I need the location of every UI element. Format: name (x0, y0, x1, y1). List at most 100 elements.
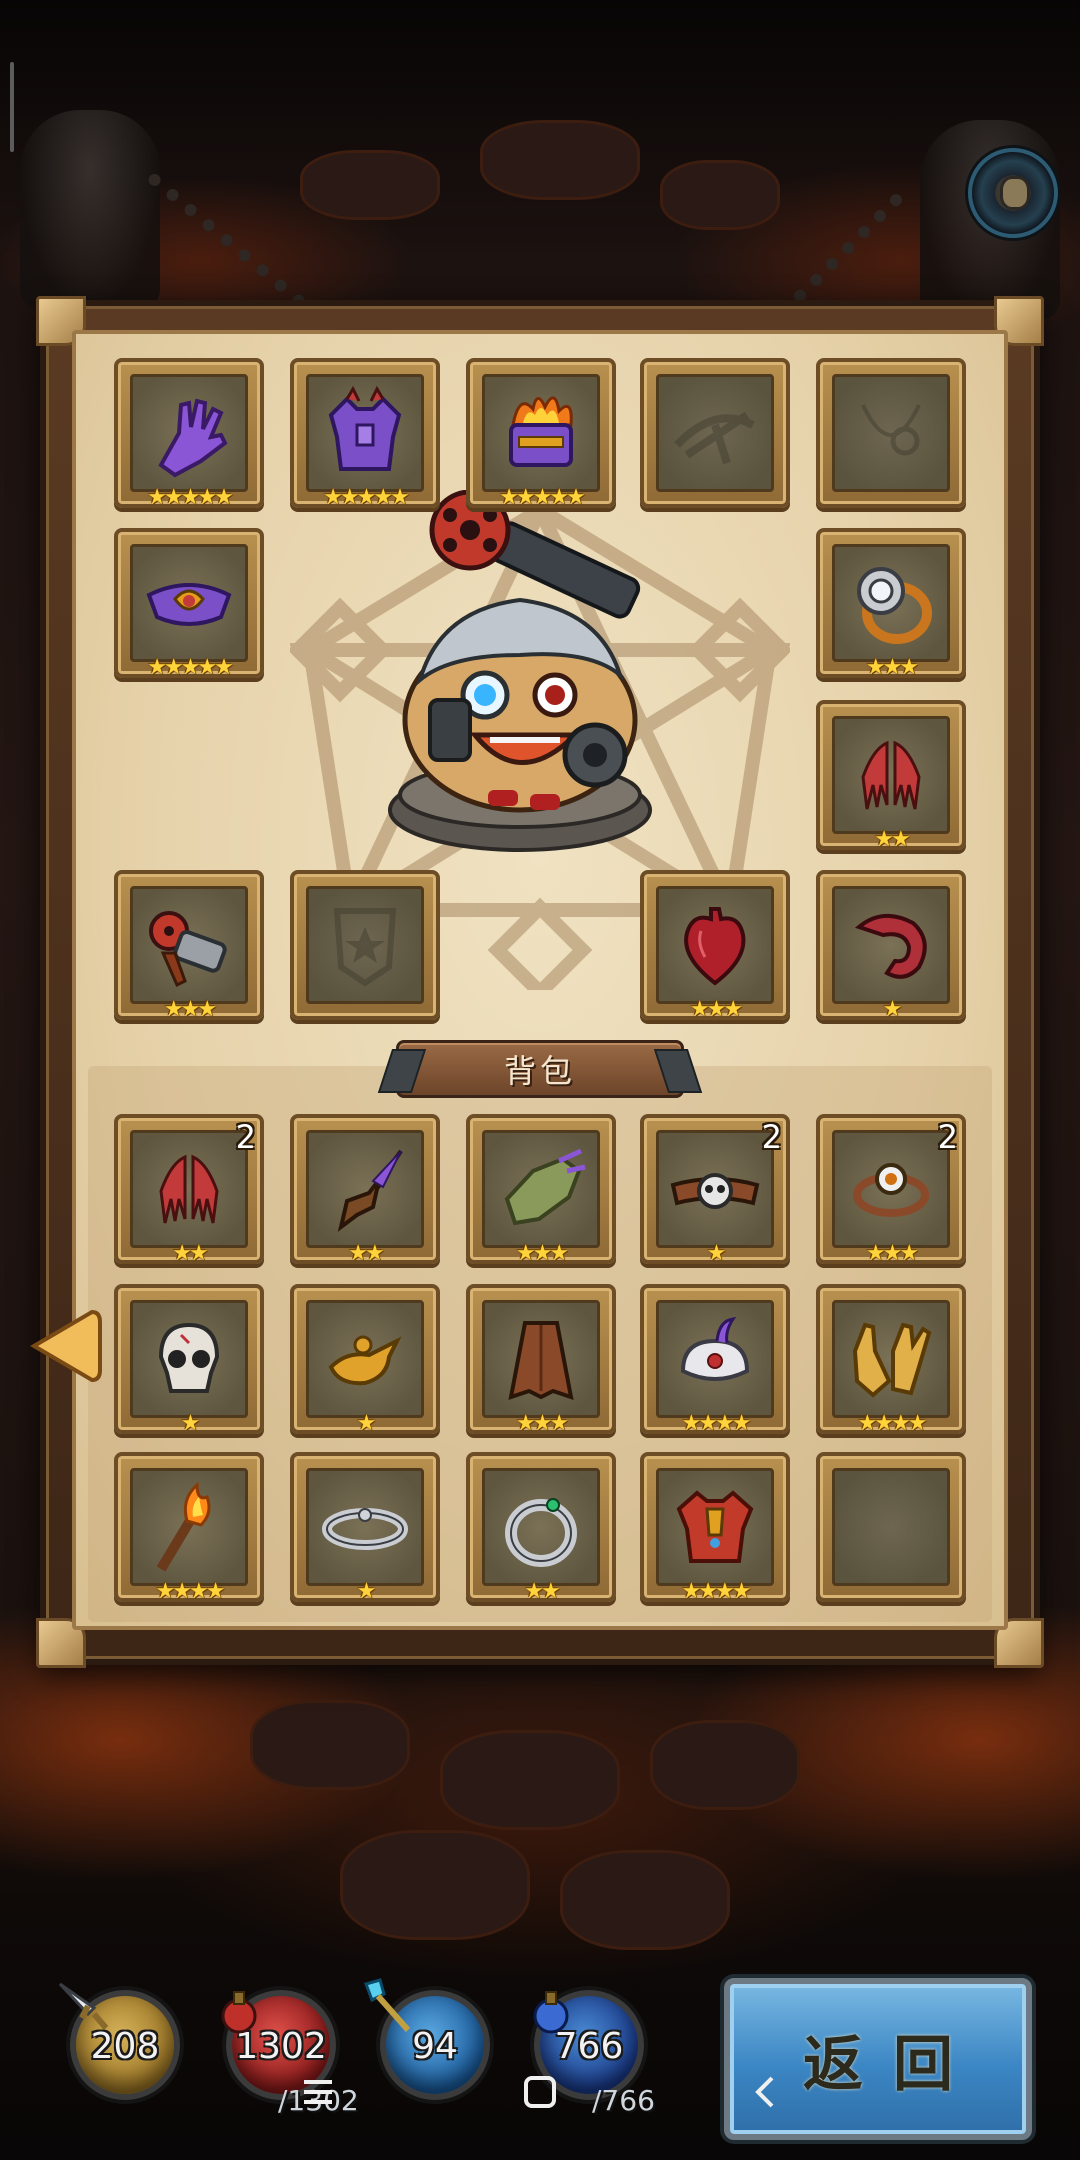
slot-well (130, 1130, 248, 1248)
backpack-slot[interactable]: ★★★★ (816, 1284, 966, 1436)
slot-well (130, 374, 248, 492)
helmet-slot[interactable]: ★★★★★ (466, 358, 616, 510)
amulet-silhouette-icon (861, 404, 921, 456)
slot-well (482, 1130, 600, 1248)
red-potion-icon (221, 1991, 257, 2034)
crimson-armor-icon (676, 1490, 754, 1563)
backpack-title: 背包 (503, 1052, 576, 1090)
scroll-indicator (10, 62, 14, 152)
star-rating: ★★★ (865, 1241, 919, 1266)
page-left-arrow-icon[interactable] (30, 1308, 102, 1384)
cape-slot[interactable]: ★★ (816, 700, 966, 852)
leather-gloves-icon (852, 1322, 932, 1398)
blue-potion-icon (533, 1991, 569, 2034)
armor-slot[interactable]: ★★★★★ (290, 358, 440, 510)
skull-belt-icon (670, 1173, 760, 1209)
item-count: 2 (937, 1118, 958, 1156)
slot-well (656, 1300, 774, 1418)
floor-stone (340, 1830, 530, 1940)
slot-well (832, 544, 950, 662)
flaming-purple-helm-icon (509, 396, 573, 467)
back-button-label: 返回 (803, 2029, 983, 2100)
backpack-slot[interactable]: ★★★★ (640, 1452, 790, 1604)
slot-well (306, 886, 424, 1004)
slot-well (832, 1468, 950, 1586)
crossbow-silhouette-icon (674, 411, 755, 465)
back-button[interactable]: 返回 (724, 1978, 1032, 2140)
horn-dagger-icon (337, 1149, 403, 1232)
item-count: 2 (235, 1118, 256, 1156)
backpack-slot[interactable]: ★★★ (466, 1284, 616, 1436)
sword-icon (58, 1982, 109, 2030)
backpack-slot[interactable]: ★ (290, 1452, 440, 1604)
slot-well (482, 374, 600, 492)
slot-well (656, 1130, 774, 1248)
floor-stone (660, 160, 780, 230)
slot-well (130, 1300, 248, 1418)
backpack-slot[interactable]: ★ (290, 1284, 440, 1436)
emerald-ring-icon (505, 1498, 577, 1567)
slot-well (482, 1468, 600, 1586)
star-rating: ★ (356, 1411, 377, 1436)
glove-slot[interactable]: ★★★★★ (114, 358, 264, 510)
eye-bracelet-icon (853, 1163, 929, 1217)
star-rating: ★★★★ (155, 1579, 226, 1604)
red-claws-icon (159, 1154, 219, 1224)
weapon-slot-empty[interactable] (640, 358, 790, 508)
star-rating: ★★★★★ (323, 485, 410, 510)
heart-slot[interactable]: ★★★ (640, 870, 790, 1022)
belt-slot[interactable]: ★★★★★ (114, 528, 264, 680)
star-rating: ★★★★ (681, 1579, 752, 1604)
star-rating: ★★★★★ (147, 485, 234, 510)
mana-max: /766 (592, 2084, 655, 2117)
backpack-slot[interactable]: ★★ (466, 1452, 616, 1604)
star-rating: ★★ (348, 1241, 384, 1266)
horn-slot[interactable]: ★ (816, 870, 966, 1022)
menu-icon[interactable] (296, 2070, 340, 2114)
status-bar (0, 0, 1080, 60)
backpack-slot[interactable]: ★★★★ (114, 1452, 264, 1604)
backpack-slot-empty[interactable] (816, 1452, 966, 1602)
backpack-slot[interactable]: 2 ★ (640, 1114, 790, 1266)
backpack-slot[interactable]: 2 ★★★ (816, 1114, 966, 1266)
slot-well (306, 374, 424, 492)
portrait-button[interactable] (968, 148, 1058, 238)
purple-chest-armor-icon (328, 385, 402, 471)
star-rating: ★★★ (163, 997, 217, 1022)
gatling-slot[interactable]: ★★★ (114, 870, 264, 1022)
floor-stone (440, 1730, 620, 1830)
rotten-glove-icon (504, 1148, 586, 1226)
floor-stone (250, 1700, 410, 1790)
slot-well (482, 1300, 600, 1418)
slot-well (832, 1130, 950, 1248)
backpack-slot[interactable]: ★★ (290, 1114, 440, 1266)
backpack-slot[interactable]: ★★★ (466, 1114, 616, 1266)
knight-statue-left (20, 110, 160, 310)
backpack-slot[interactable]: ★ (114, 1284, 264, 1436)
badge-slot-empty[interactable] (290, 870, 440, 1020)
slot-well (832, 374, 950, 492)
backpack-slot[interactable]: ★★★★ (640, 1284, 790, 1436)
star-rating: ★ (180, 1411, 201, 1436)
magic-lamp-icon (328, 1335, 402, 1386)
star-rating: ★★★ (865, 655, 919, 680)
star-rating: ★ (706, 1241, 727, 1266)
backpack-slot[interactable]: 2 ★★ (114, 1114, 264, 1266)
slot-well (832, 1300, 950, 1418)
red-claws-icon (861, 740, 921, 810)
floor-stone (560, 1850, 730, 1950)
floor-stone (650, 1720, 800, 1810)
hero-character (388, 490, 652, 852)
skull-icon (158, 1322, 220, 1393)
backpack-title-banner: 背包 (396, 1040, 684, 1098)
slot-well (832, 886, 950, 1004)
slot-well (306, 1130, 424, 1248)
red-horn-icon (854, 914, 927, 979)
ring-slot[interactable]: ★★★ (816, 528, 966, 680)
home-icon[interactable] (518, 2070, 562, 2114)
magic-staff-icon (364, 1978, 411, 2032)
necklace-slot-empty[interactable] (816, 358, 966, 508)
back-chevron-icon[interactable] (744, 2070, 788, 2114)
star-rating: ★ (356, 1579, 377, 1604)
star-rating: ★★★ (515, 1411, 569, 1436)
